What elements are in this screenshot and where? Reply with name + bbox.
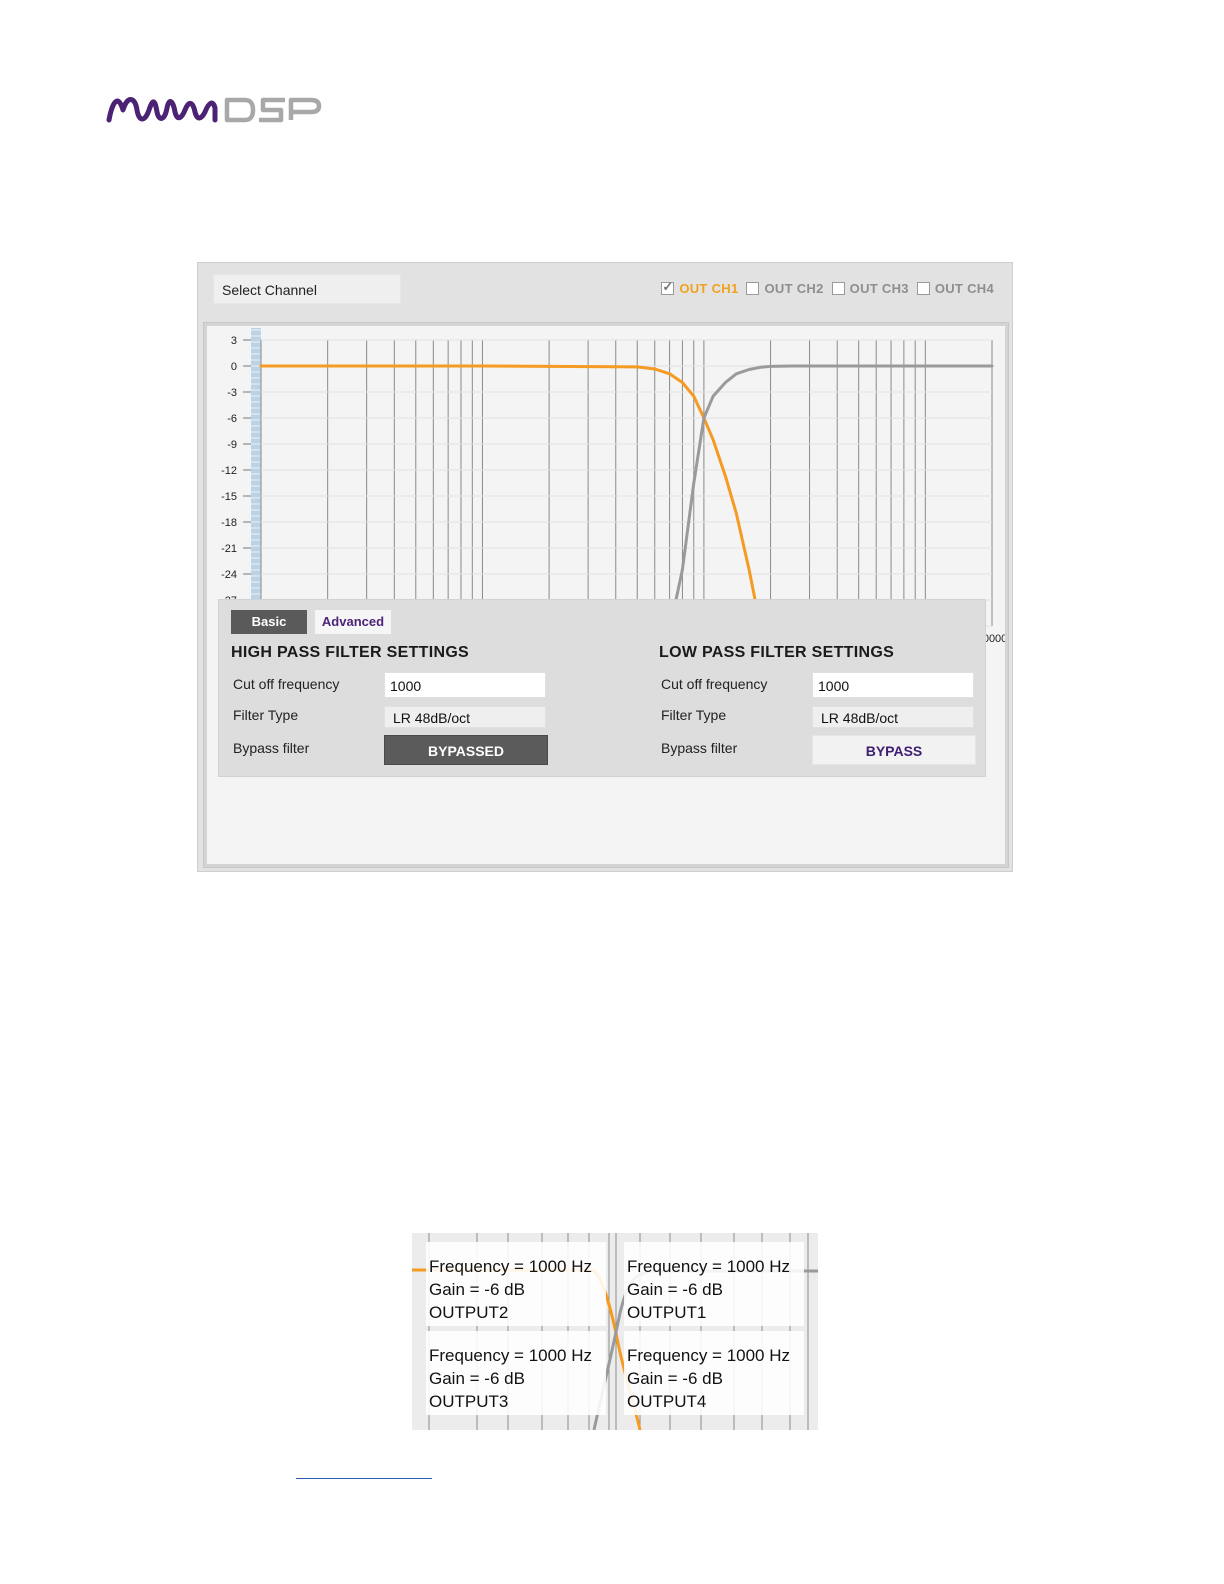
lpf-cutoff-label: Cut off frequency: [661, 676, 768, 692]
highpass-response-line: [670, 364, 994, 619]
tooltip-output: OUTPUT2: [429, 1303, 509, 1322]
tooltip-crop: Frequency = 1000 Hz Gain = -6 dB OUTPUT2…: [412, 1233, 818, 1430]
channel-label: OUT CH1: [679, 281, 739, 296]
y-tick-label: -12: [221, 465, 237, 477]
hpf-title: HIGH PASS FILTER SETTINGS: [231, 644, 470, 661]
channel-label: OUT CH3: [849, 281, 909, 296]
channel-label: OUT CH4: [934, 281, 994, 296]
lpf-type-select[interactable]: LR 48dB/oct: [812, 706, 974, 728]
channel-toggle-out-ch2[interactable]: OUT CH2: [746, 281, 823, 296]
y-tick-label: -21: [221, 543, 237, 555]
frequency-response-frame: 30-3-6-9-12-15-18-21-24-27-3010205010020…: [203, 322, 1009, 868]
y-tick-label: -24: [221, 569, 237, 581]
tab-basic[interactable]: Basic: [231, 610, 307, 634]
minidsp-logo: [106, 97, 322, 123]
y-tick-label: -3: [227, 387, 237, 399]
tooltip-output1: Frequency = 1000 Hz Gain = -6 dB OUTPUT1: [624, 1242, 804, 1326]
tooltip-gain: Gain = -6 dB: [627, 1369, 723, 1388]
tooltip-output4: Frequency = 1000 Hz Gain = -6 dB OUTPUT4: [624, 1331, 804, 1415]
y-tick-label: -15: [221, 491, 237, 503]
y-tick-label: -6: [227, 413, 237, 425]
y-tick-label: 0: [231, 361, 237, 373]
y-tick-label: -9: [227, 439, 237, 451]
checkbox-icon[interactable]: [831, 282, 845, 295]
lpf-title: LOW PASS FILTER SETTINGS: [659, 644, 895, 661]
crossover-panel: Select Channel OUT CH1 OUT CH2 OUT CH3 O…: [197, 262, 1013, 872]
tooltip-gain: Gain = -6 dB: [429, 1280, 525, 1299]
lpf-cutoff-input[interactable]: 1000: [812, 672, 974, 698]
channel-toggle-out-ch1[interactable]: OUT CH1: [661, 279, 739, 296]
tooltip-output2: Frequency = 1000 Hz Gain = -6 dB OUTPUT2: [426, 1242, 606, 1326]
channel-label: OUT CH2: [764, 281, 824, 296]
select-channel-dropdown[interactable]: Select Channel: [213, 274, 401, 304]
tooltip-frequency: Frequency = 1000 Hz: [627, 1257, 791, 1276]
hpf-cutoff-input[interactable]: 1000: [384, 672, 546, 698]
lpf-bypass-label: Bypass filter: [661, 740, 738, 756]
tooltip-output: OUTPUT1: [627, 1303, 707, 1322]
channel-toggle-out-ch4[interactable]: OUT CH4: [916, 281, 994, 296]
checkbox-icon[interactable]: [916, 282, 930, 295]
tooltip-output: OUTPUT3: [429, 1392, 509, 1411]
tooltip-frequency: Frequency = 1000 Hz: [429, 1257, 593, 1276]
frequency-response-chart: 30-3-6-9-12-15-18-21-24-27-3010205010020…: [221, 328, 1005, 645]
tooltip-output3: Frequency = 1000 Hz Gain = -6 dB OUTPUT3: [426, 1331, 606, 1415]
y-tick-label: -18: [221, 517, 237, 529]
level-meter: [251, 328, 261, 626]
hpf-bypass-button[interactable]: BYPASSED: [384, 735, 548, 765]
hyperlink-underline[interactable]: [296, 1478, 432, 1479]
tooltip-frequency: Frequency = 1000 Hz: [627, 1346, 791, 1365]
filter-controls: Basic Advanced HIGH PASS FILTER SETTINGS…: [218, 599, 986, 777]
tooltip-frequency: Frequency = 1000 Hz: [429, 1346, 593, 1365]
lowpass-response-line: [259, 364, 760, 615]
frequency-response-plot[interactable]: 30-3-6-9-12-15-18-21-24-27-3010205010020…: [207, 326, 1005, 864]
lpf-type-label: Filter Type: [661, 707, 727, 723]
hpf-type-label: Filter Type: [233, 707, 299, 723]
tooltip-gain: Gain = -6 dB: [627, 1280, 723, 1299]
tooltip-output: OUTPUT4: [627, 1392, 707, 1411]
lpf-bypass-button[interactable]: BYPASS: [812, 735, 976, 765]
hpf-cutoff-label: Cut off frequency: [233, 676, 340, 692]
checkbox-icon[interactable]: [746, 282, 760, 295]
hpf-type-select[interactable]: LR 48dB/oct: [384, 706, 546, 728]
y-tick-label: 3: [231, 335, 237, 347]
tooltip-gain: Gain = -6 dB: [429, 1369, 525, 1388]
checkbox-icon[interactable]: [661, 279, 675, 295]
hpf-bypass-label: Bypass filter: [233, 740, 310, 756]
channel-toggle-out-ch3[interactable]: OUT CH3: [831, 281, 909, 296]
channel-selector: OUT CH1 OUT CH2 OUT CH3 OUT CH4: [661, 279, 994, 296]
tab-advanced[interactable]: Advanced: [315, 610, 391, 634]
